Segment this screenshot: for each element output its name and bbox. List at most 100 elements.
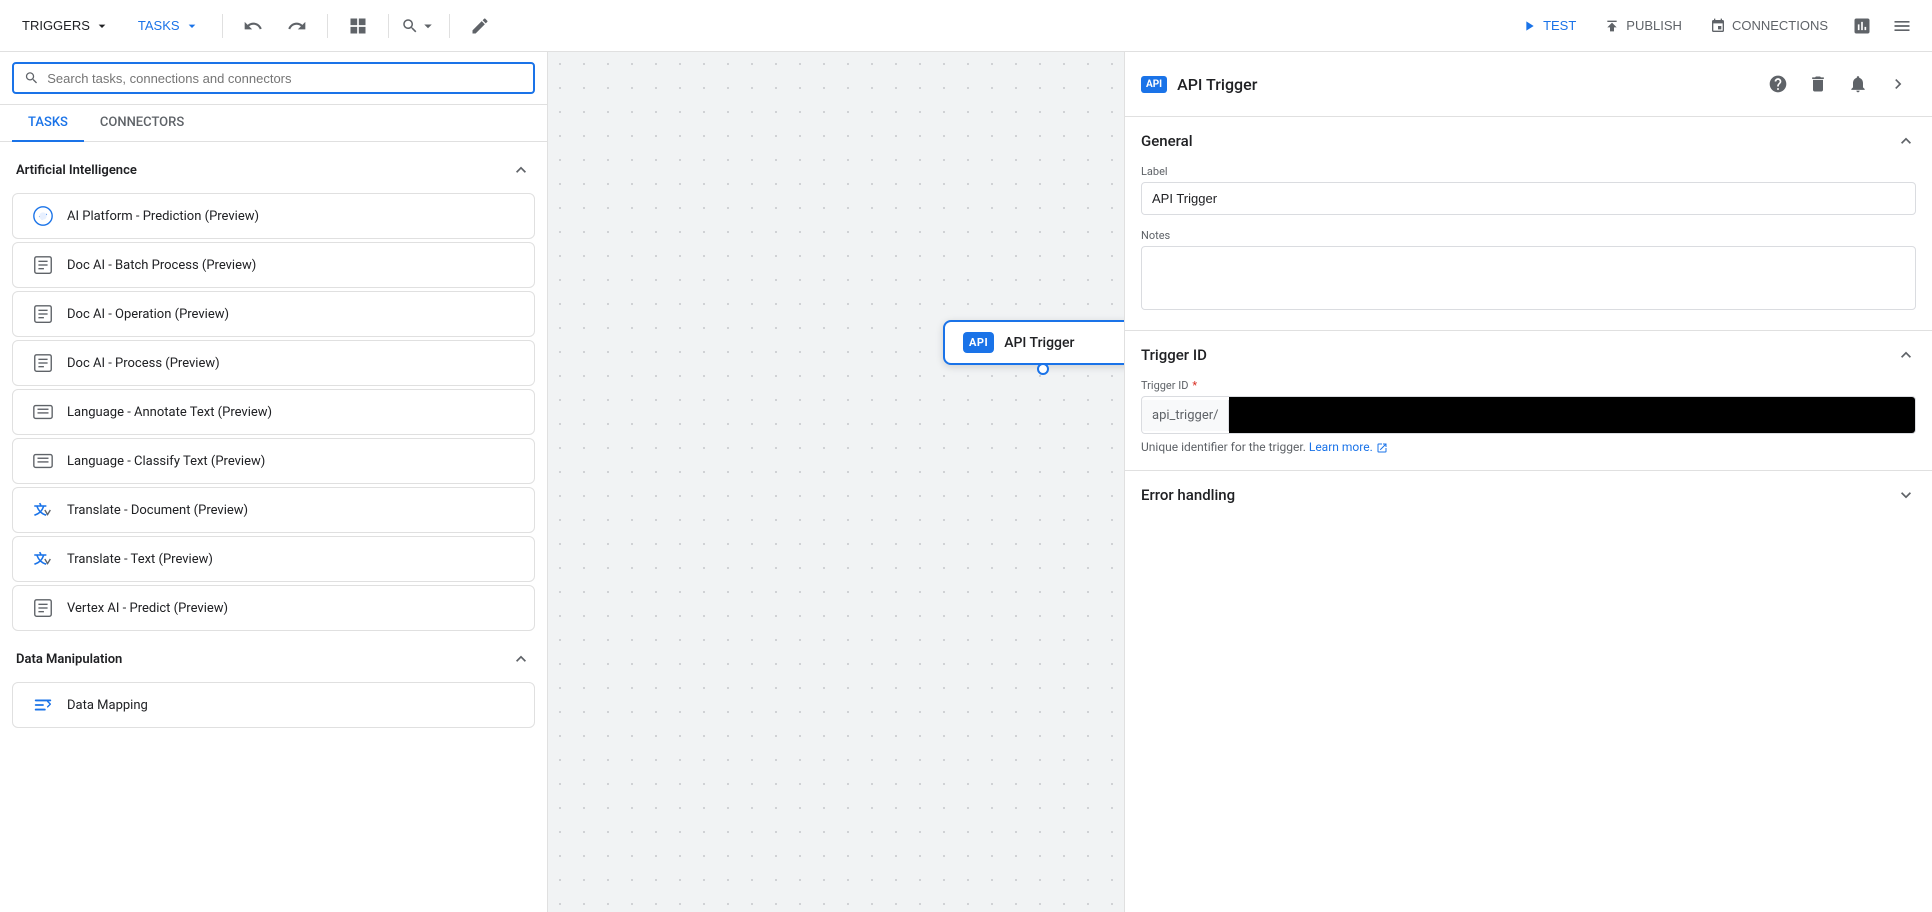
right-panel-actions [1760, 66, 1916, 102]
collapse-button[interactable] [1880, 66, 1916, 102]
notes-input[interactable] [1141, 246, 1916, 310]
bell-icon [1848, 74, 1868, 94]
triggers-label: TRIGGERS [22, 18, 90, 33]
right-panel: API API Trigger [1124, 52, 1932, 912]
zoom-button[interactable] [401, 8, 437, 44]
required-asterisk: * [1192, 379, 1197, 392]
list-item[interactable]: Vertex AI - Predict (Preview) [12, 585, 535, 631]
connections-button[interactable]: CONNECTIONS [1698, 12, 1840, 40]
delete-button[interactable] [1800, 66, 1836, 102]
test-button[interactable]: TEST [1509, 12, 1588, 40]
external-link-icon [1376, 442, 1388, 454]
trigger-id-value[interactable] [1229, 397, 1915, 433]
list-item[interactable]: Doc AI - Operation (Preview) [12, 291, 535, 337]
redo-button[interactable] [279, 8, 315, 44]
pen-tool-button[interactable] [462, 8, 498, 44]
toolbar-divider-1 [222, 14, 223, 38]
list-item[interactable]: 文 Translate - Document (Preview) [12, 487, 535, 533]
trigger-connector [1037, 363, 1049, 375]
doc-ai-op-icon [29, 300, 57, 328]
list-item[interactable]: AI Platform - Prediction (Preview) [12, 193, 535, 239]
tab-tasks[interactable]: TASKS [12, 105, 84, 142]
left-panel: TASKS CONNECTORS Artificial Intelligence… [0, 52, 548, 912]
label-field-label: Label [1141, 165, 1916, 178]
category-ai-chevron-icon [511, 160, 531, 180]
delete-icon [1808, 74, 1828, 94]
notes-field-wrapper: Notes [1141, 229, 1916, 314]
label-field-wrapper: Label [1141, 165, 1916, 215]
list-item[interactable]: Doc AI - Batch Process (Preview) [12, 242, 535, 288]
doc-ai-proc-label: Doc AI - Process (Preview) [67, 356, 220, 371]
translate-doc-icon: 文 [29, 496, 57, 524]
tasks-chevron-icon [184, 18, 200, 34]
tasks-dropdown[interactable]: TASKS [128, 12, 210, 40]
api-trigger-node[interactable]: API API Trigger [943, 320, 1124, 365]
analytics-button[interactable] [1844, 8, 1880, 44]
general-section-content: Label Notes [1125, 165, 1932, 330]
lang-annotate-icon [29, 398, 57, 426]
error-handling-chevron-icon [1896, 485, 1916, 505]
trigger-id-section-content: Trigger ID * api_trigger/ Unique identif… [1125, 379, 1932, 470]
api-badge: API [963, 332, 994, 353]
error-handling-section-title: Error handling [1141, 486, 1235, 504]
search-icon [24, 70, 39, 86]
label-input[interactable] [1141, 182, 1916, 215]
vertex-ai-label: Vertex AI - Predict (Preview) [67, 601, 228, 616]
layout-icon [348, 16, 368, 36]
publish-button[interactable]: PUBLISH [1592, 12, 1694, 40]
general-chevron-icon [1896, 131, 1916, 151]
error-handling-section-header[interactable]: Error handling [1125, 471, 1932, 519]
toolbar-left: TRIGGERS TASKS [12, 8, 498, 44]
list-item[interactable]: Language - Classify Text (Preview) [12, 438, 535, 484]
bell-button[interactable] [1840, 66, 1876, 102]
help-button[interactable] [1760, 66, 1796, 102]
data-mapping-label: Data Mapping [67, 698, 148, 713]
zoom-icon [401, 16, 419, 36]
toolbar-right: TEST PUBLISH CONNECTIONS [1509, 8, 1920, 44]
publish-icon [1604, 18, 1620, 34]
canvas[interactable]: API API Trigger [548, 52, 1124, 912]
list-item[interactable]: Language - Annotate Text (Preview) [12, 389, 535, 435]
trigger-id-section-title: Trigger ID [1141, 346, 1207, 364]
doc-ai-proc-icon [29, 349, 57, 377]
learn-more-link[interactable]: Learn more. [1309, 440, 1388, 454]
general-section-title: General [1141, 132, 1193, 150]
lang-classify-label: Language - Classify Text (Preview) [67, 454, 265, 469]
list-item[interactable]: Doc AI - Process (Preview) [12, 340, 535, 386]
toolbar: TRIGGERS TASKS [0, 0, 1932, 52]
undo-icon [243, 16, 263, 36]
toolbar-divider-4 [449, 14, 450, 38]
search-wrapper [12, 62, 535, 94]
trigger-id-prefix: api_trigger/ [1142, 400, 1229, 431]
menu-button[interactable] [1884, 8, 1920, 44]
trigger-id-field-label: Trigger ID * [1141, 379, 1916, 392]
trigger-id-chevron-icon [1896, 345, 1916, 365]
menu-icon [1892, 16, 1912, 36]
trigger-id-section-header[interactable]: Trigger ID [1125, 331, 1932, 379]
list-item[interactable]: Data Mapping [12, 682, 535, 728]
redo-icon [287, 16, 307, 36]
translate-text-icon: 文 [29, 545, 57, 573]
search-input[interactable] [47, 71, 523, 86]
category-data-chevron-icon [511, 649, 531, 669]
connections-icon [1710, 18, 1726, 34]
publish-label: PUBLISH [1626, 18, 1682, 33]
collapse-icon [1888, 74, 1908, 94]
toolbar-divider-3 [388, 14, 389, 38]
undo-button[interactable] [235, 8, 271, 44]
category-ai[interactable]: Artificial Intelligence [0, 150, 547, 190]
trigger-id-input-row: api_trigger/ [1141, 396, 1916, 434]
tabs-row: TASKS CONNECTORS [0, 105, 547, 142]
data-mapping-icon [29, 691, 57, 719]
tasks-label: TASKS [138, 18, 180, 33]
ai-platform-icon [29, 202, 57, 230]
triggers-dropdown[interactable]: TRIGGERS [12, 12, 120, 40]
search-bar [0, 52, 547, 105]
test-icon [1521, 18, 1537, 34]
category-data[interactable]: Data Manipulation [0, 639, 547, 679]
general-section-header[interactable]: General [1125, 117, 1932, 165]
tab-connectors[interactable]: CONNECTORS [84, 105, 200, 142]
layout-button[interactable] [340, 8, 376, 44]
list-item[interactable]: 文 Translate - Text (Preview) [12, 536, 535, 582]
connections-label: CONNECTIONS [1732, 18, 1828, 33]
